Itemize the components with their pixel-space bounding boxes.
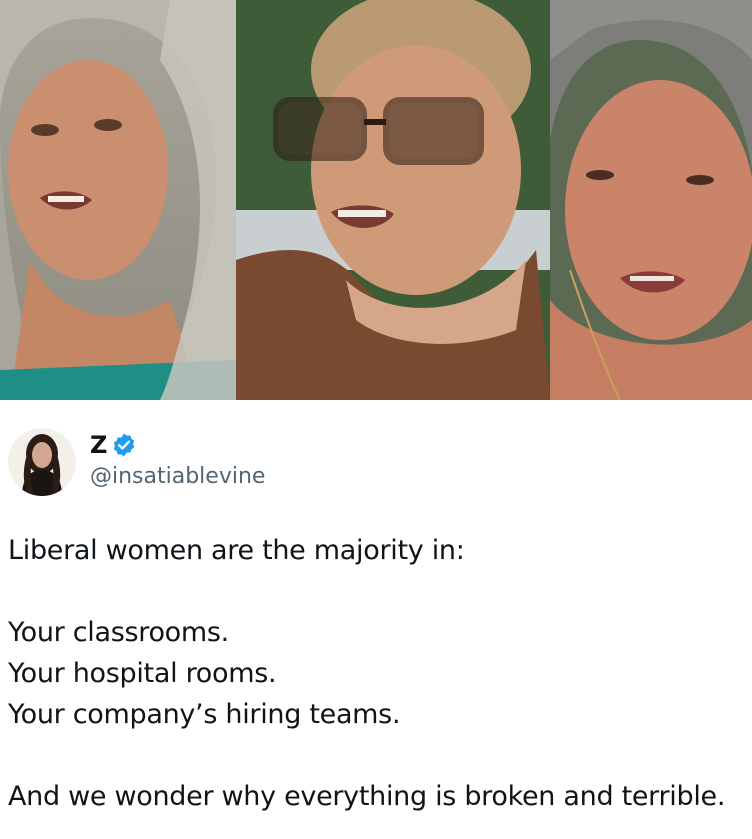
photo-woman-short-gray-hair (550, 0, 752, 400)
display-name[interactable]: Z (90, 430, 107, 460)
tweet-line: And we wonder why everything is broken a… (8, 781, 726, 812)
handle[interactable]: @insatiablevine (90, 460, 265, 494)
tweet-text: Liberal women are the majority in: Your … (8, 530, 748, 817)
tweet-line-gap (8, 571, 748, 612)
avatar[interactable] (8, 428, 76, 496)
tweet-line: Liberal women are the majority in: (8, 535, 465, 566)
tweet-line: Your hospital rooms. (8, 658, 277, 689)
photo-collage (0, 0, 752, 400)
display-name-row: Z (90, 430, 265, 460)
tweet-line: Your classrooms. (8, 617, 229, 648)
photo-woman-glasses (236, 0, 550, 400)
author-names: Z @insatiablevine (90, 430, 265, 494)
tweet-line-gap (8, 735, 748, 776)
tweet-line: Your company’s hiring teams. (8, 699, 401, 730)
photo-woman-curly-gray-hair (0, 0, 236, 400)
verified-badge-icon (114, 433, 135, 457)
tweet-header: Z @insatiablevine (8, 428, 265, 496)
